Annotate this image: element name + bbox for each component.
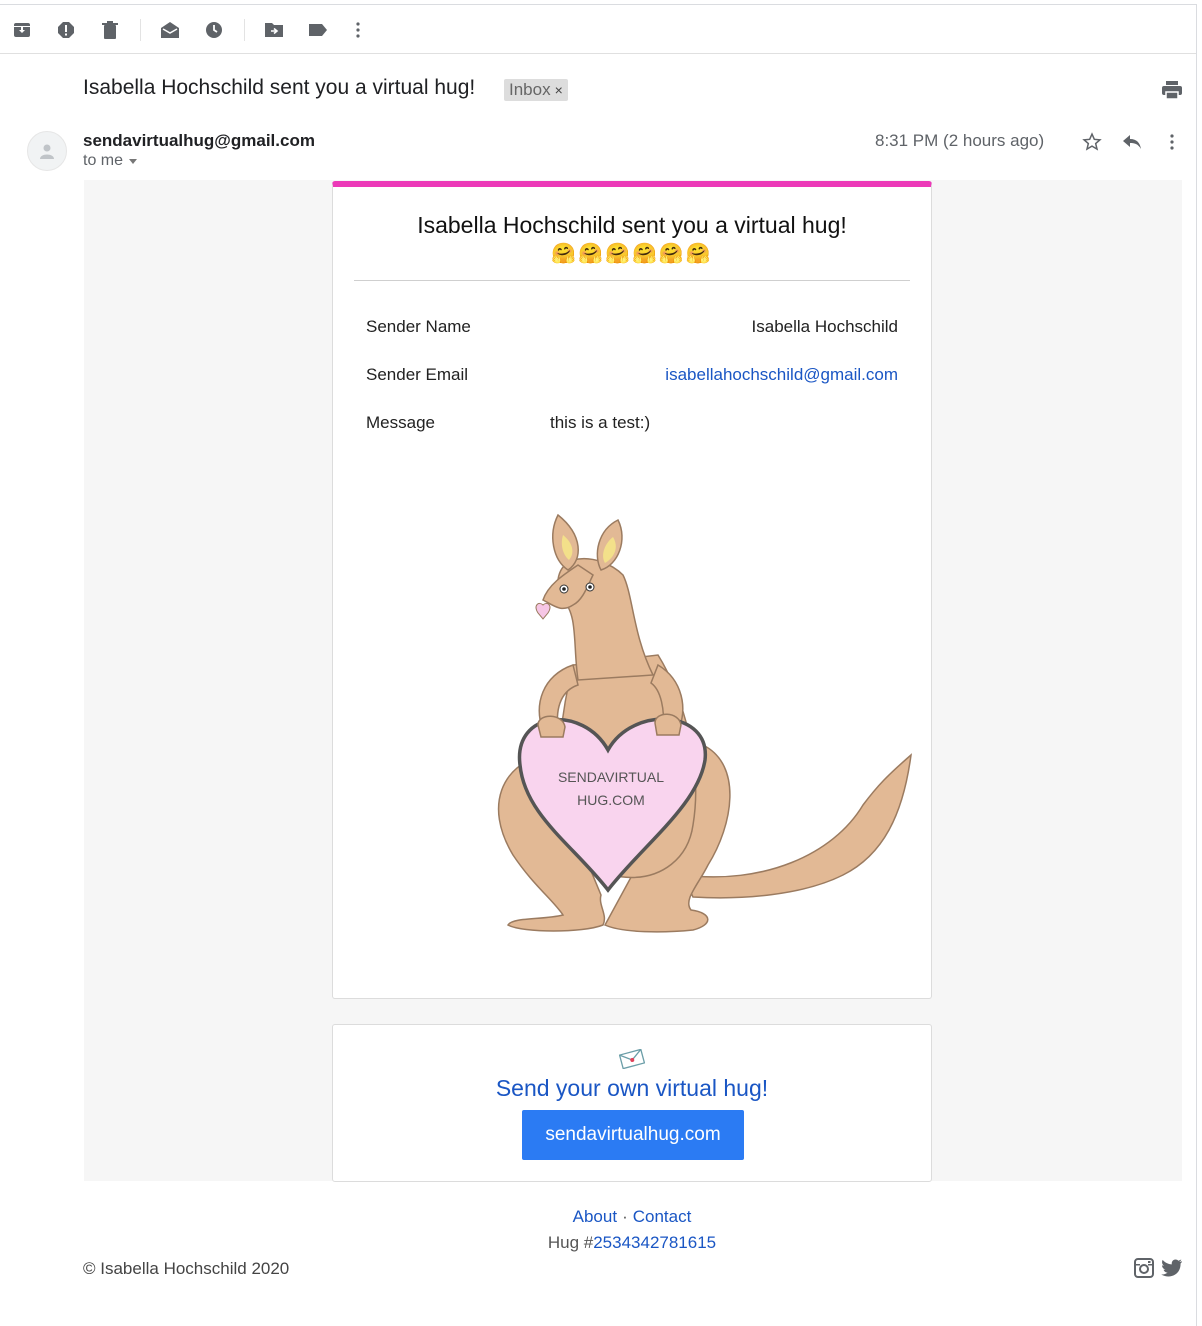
- email-subject: Isabella Hochschild sent you a virtual h…: [83, 76, 476, 99]
- message-value: this is a test:): [550, 413, 651, 432]
- more-options-icon[interactable]: [1160, 130, 1184, 154]
- send-hug-button[interactable]: sendavirtualhug.com: [522, 1110, 744, 1160]
- top-border: [0, 4, 1196, 5]
- chevron-down-icon: [129, 158, 138, 164]
- move-to-icon[interactable]: [262, 18, 286, 42]
- message-label: Message: [366, 413, 435, 432]
- snooze-icon[interactable]: [202, 18, 226, 42]
- sender-name-label: Sender Name: [366, 317, 471, 336]
- sender-email-label: Sender Email: [366, 365, 469, 384]
- archive-icon[interactable]: [10, 18, 34, 42]
- toolbar: [0, 6, 1196, 54]
- instagram-icon[interactable]: [1133, 1257, 1155, 1279]
- copyright: © Isabella Hochschild 2020: [83, 1259, 290, 1278]
- more-icon[interactable]: [346, 18, 370, 42]
- cta-card: Send your own virtual hug! sendavirtualh…: [332, 1024, 932, 1182]
- delete-icon[interactable]: [98, 18, 122, 42]
- sender-email-link[interactable]: isabellahochschild@gmail.com: [665, 365, 898, 385]
- star-icon[interactable]: [1080, 130, 1104, 154]
- reply-icon[interactable]: [1120, 130, 1144, 154]
- heart-text-line1: SENDAVIRTUAL: [558, 769, 664, 785]
- remove-label-icon[interactable]: ×: [555, 82, 563, 98]
- heart-text-line2: HUG.COM: [577, 792, 645, 808]
- twitter-icon[interactable]: [1161, 1257, 1183, 1279]
- divider: [354, 280, 910, 281]
- hug-card: Isabella Hochschild sent you a virtual h…: [332, 181, 932, 999]
- recipient-text: to me: [83, 152, 124, 169]
- envelope-icon: [618, 1048, 646, 1074]
- card-title: Isabella Hochschild sent you a virtual h…: [417, 212, 847, 238]
- hug-emojis: 🤗🤗🤗🤗🤗🤗: [551, 243, 713, 265]
- inbox-label-text: Inbox: [509, 80, 551, 99]
- avatar[interactable]: [27, 131, 67, 171]
- cta-text[interactable]: Send your own virtual hug!: [333, 1075, 931, 1102]
- mark-unread-icon[interactable]: [158, 18, 182, 42]
- footer-links: About · Contact: [0, 1207, 1202, 1227]
- toolbar-separator: [244, 19, 245, 41]
- labels-icon[interactable]: [306, 18, 330, 42]
- recipient-details[interactable]: to me: [83, 152, 138, 170]
- hug-prefix: Hug #: [547, 1233, 594, 1252]
- contact-link[interactable]: Contact: [633, 1207, 692, 1226]
- right-border: [1196, 4, 1197, 1326]
- print-icon[interactable]: [1160, 78, 1184, 102]
- email-time: 8:31 PM (2 hours ago): [875, 131, 1045, 150]
- toolbar-separator: [140, 19, 141, 41]
- kangaroo-illustration: SENDAVIRTUAL HUG.COM: [497, 513, 913, 933]
- about-link[interactable]: About: [573, 1207, 617, 1226]
- inbox-label[interactable]: Inbox ×: [504, 79, 568, 101]
- report-spam-icon[interactable]: [54, 18, 78, 42]
- hug-number: Hug #2534342781615: [0, 1233, 1202, 1253]
- sender-email[interactable]: sendavirtualhug@gmail.com: [83, 131, 315, 151]
- footer-separator: ·: [622, 1207, 628, 1226]
- sender-name-value: Isabella Hochschild: [751, 317, 898, 336]
- hug-number-link[interactable]: 2534342781615: [593, 1233, 716, 1252]
